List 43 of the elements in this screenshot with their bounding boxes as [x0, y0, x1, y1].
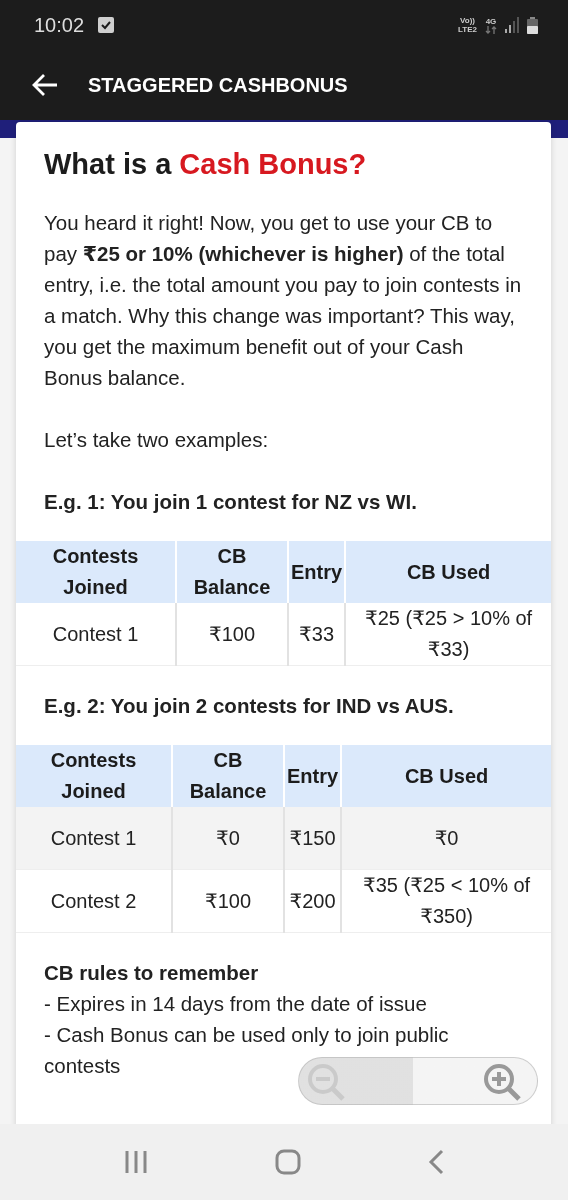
column-header: Entry — [284, 745, 342, 807]
example-heading: E.g. 2: You join 2 contests for IND vs AUS. — [44, 693, 455, 719]
table-cell: ₹200 — [284, 869, 342, 933]
column-header: CB Used — [345, 541, 551, 603]
table-cell: ₹0 — [341, 807, 551, 870]
battery-icon — [527, 16, 538, 34]
table-cell: ₹35 (₹25 < 10% of ₹350) — [341, 869, 551, 933]
table-cell: ₹0 — [172, 807, 284, 870]
signal-icon — [505, 17, 519, 33]
example-heading: E.g. 1: You join 1 contest for NZ vs WI. — [44, 489, 418, 515]
title-text: What is a — [44, 148, 172, 181]
title-highlight: Cash Bonus? — [179, 148, 367, 181]
zoom-control[interactable] — [298, 1057, 538, 1105]
table-cell: ₹150 — [284, 807, 342, 870]
rule-item: - Expires in 14 days from the date of issue — [44, 991, 428, 1017]
table-cell: Contest 1 — [16, 603, 176, 666]
intro-paragraph: You heard it right! Now, you get to use your CB to pay ₹25 or 10% (whichever is higher) of the total entry, i.e. the total amount you pay to join contests in a match. Why this change was important? This way, you get the maximum benefit out of your Cash Bonus balance. — [44, 210, 523, 391]
table-cell: ₹25 (₹25 > 10% of ₹33) — [345, 603, 551, 666]
table-cell: Contest 2 — [16, 869, 172, 933]
home-icon[interactable] — [275, 1149, 301, 1175]
table-cell: ₹33 — [288, 603, 346, 666]
checkbox-notification-icon — [98, 17, 115, 33]
recent-apps-icon[interactable] — [123, 1150, 148, 1174]
back-arrow-icon[interactable] — [32, 73, 58, 97]
app-bar-title: STAGGERED CASHBONUS — [88, 73, 348, 97]
data-arrows-icon — [485, 25, 497, 34]
column-header: CB Balance — [176, 541, 288, 603]
column-header: Contests Joined — [16, 541, 176, 603]
table-cell: Contest 1 — [16, 807, 172, 870]
examples-lead: Let’s take two examples: — [44, 427, 270, 453]
status-time: 10:02 — [34, 13, 85, 37]
table-cell: ₹100 — [176, 603, 288, 666]
network-label: 4G — [485, 16, 497, 26]
column-header: Entry — [288, 541, 346, 603]
column-header: CB Used — [341, 745, 551, 807]
table-cell: ₹100 — [172, 869, 284, 933]
lte-label: LTE2 — [458, 25, 477, 34]
column-header: Contests Joined — [16, 745, 172, 807]
volte-label: Vo)) — [460, 16, 475, 25]
column-header: CB Balance — [172, 745, 284, 807]
back-icon[interactable] — [428, 1149, 445, 1175]
rule-item: - Cash Bonus can be used only to join public contests — [44, 1022, 450, 1079]
rules-heading: CB rules to remember — [44, 960, 260, 986]
